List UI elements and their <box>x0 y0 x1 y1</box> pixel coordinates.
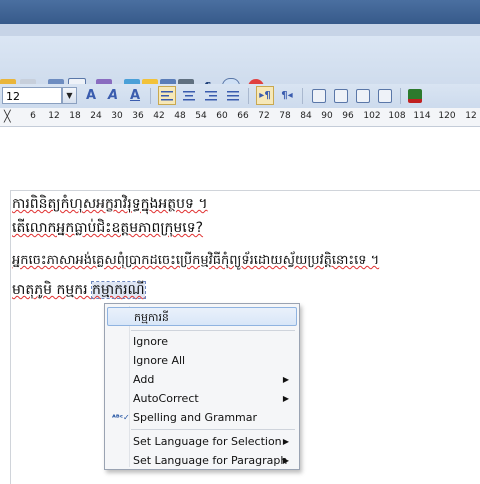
title-bar <box>0 0 480 24</box>
ruler-tick: 78 <box>279 111 291 121</box>
ruler-tick: 12 <box>48 111 60 121</box>
submenu-arrow-icon: ▶ <box>282 456 289 465</box>
misspelled-text[interactable]: អ្នកចេះភាសាអង់គ្លេសពុំប្រាកដចេះប្រើកម្មវ… <box>12 253 379 268</box>
ruler-tick: 18 <box>69 111 81 121</box>
menu-item-language-paragraph[interactable]: Set Language for Paragraph ▶ <box>107 451 297 470</box>
text-line[interactable]: តើលោកអ្នកធ្លាប់ជិះឧត្តមភាពក្រុមទេ? <box>12 218 203 239</box>
menu-item-label: Ignore All <box>133 354 186 367</box>
menu-item-ignore-all[interactable]: Ignore All <box>107 351 297 370</box>
ruler-tick: 60 <box>216 111 228 121</box>
standard-toolbar: ¶ <box>0 36 480 96</box>
horizontal-ruler[interactable]: ╳ 6 12 18 24 30 36 42 48 54 60 66 72 78 … <box>0 108 480 127</box>
menu-item-label: Set Language for Paragraph <box>133 454 288 467</box>
ruler-tick: 6 <box>30 111 36 121</box>
underline-icon[interactable]: A <box>126 86 144 105</box>
decrease-indent-icon[interactable] <box>354 86 372 105</box>
menu-item-suggestion[interactable]: កម្មការនី <box>107 307 297 326</box>
menu-item-ignore[interactable]: Ignore <box>107 332 297 351</box>
font-size-dropdown-icon[interactable]: ▼ <box>62 87 77 104</box>
menu-item-label: Set Language for Selection <box>133 435 282 448</box>
ruler-tick: 120 <box>438 111 456 121</box>
ruler-tick: 42 <box>153 111 165 121</box>
ruler-tick: 72 <box>258 111 270 121</box>
toolbar-separator <box>302 88 303 104</box>
menu-bar <box>0 24 480 36</box>
ruler-tick: 12 <box>465 111 477 121</box>
menu-item-language-selection[interactable]: Set Language for Selection ▶ <box>107 432 297 451</box>
rtl-icon[interactable]: ¶◂ <box>278 86 296 105</box>
bold-icon[interactable]: A <box>82 86 100 105</box>
submenu-arrow-icon: ▶ <box>282 437 289 446</box>
page-border <box>10 190 480 191</box>
misspelled-text[interactable]: តើលោកអ្នកធ្លាប់ជិះឧត្តមភាពក្រុមទេ? <box>12 220 203 236</box>
font-color-icon[interactable] <box>406 86 424 105</box>
align-left-icon[interactable] <box>158 86 176 105</box>
menu-item-spelling-and-grammar[interactable]: ᴬᴮᶜ✓ Spelling and Grammar <box>107 408 297 427</box>
ruler-tab-icon[interactable]: ╳ <box>4 110 11 123</box>
menu-item-label: Add <box>133 373 155 386</box>
misspelled-text[interactable]: ការពិនិត្យកំហុសអក្ខរាវិរុទ្ធក្នុងអត្ថបទ … <box>12 196 208 212</box>
ruler-tick: 24 <box>90 111 102 121</box>
ruler-tick: 90 <box>321 111 333 121</box>
submenu-arrow-icon: ▶ <box>282 375 289 384</box>
italic-icon[interactable]: A <box>104 86 122 105</box>
ruler-tick: 102 <box>363 111 381 121</box>
ruler-tick: 84 <box>300 111 312 121</box>
ruler-tick: 96 <box>342 111 354 121</box>
selected-word[interactable]: កម្មាករណី <box>91 281 146 299</box>
increase-indent-icon[interactable] <box>376 86 394 105</box>
menu-item-add[interactable]: Add ▶ <box>107 370 297 389</box>
toolbar-separator <box>400 88 401 104</box>
ruler-tick: 36 <box>132 111 144 121</box>
ltr-icon[interactable]: ▸¶ <box>256 86 274 105</box>
font-size-select[interactable]: 12 <box>2 87 62 104</box>
ruler-tick: 114 <box>413 111 431 121</box>
menu-item-label: Ignore <box>133 335 168 348</box>
text-line[interactable]: ការពិនិត្យកំហុសអក្ខរាវិរុទ្ធក្នុងអត្ថបទ … <box>12 194 208 215</box>
ruler-tick: 54 <box>195 111 207 121</box>
ruler-tick: 30 <box>111 111 123 121</box>
align-right-icon[interactable] <box>202 86 220 105</box>
spellcheck-icon: ᴬᴮᶜ✓ <box>112 413 130 422</box>
text-line[interactable]: អ្នកចេះភាសាអង់គ្លេសពុំប្រាកដចេះប្រើកម្មវ… <box>12 252 379 271</box>
text-line[interactable]: មាតុភូមិ កម្មករ កម្មាករណី <box>12 280 146 301</box>
justify-icon[interactable] <box>224 86 242 105</box>
menu-item-autocorrect[interactable]: AutoCorrect ▶ <box>107 389 297 408</box>
page-border <box>10 190 11 484</box>
submenu-arrow-icon: ▶ <box>282 394 289 403</box>
menu-separator <box>131 330 295 331</box>
toolbar-separator <box>248 88 249 104</box>
ruler-tick: 48 <box>174 111 186 121</box>
spelling-context-menu: កម្មការនី Ignore Ignore All Add ▶ AutoCor… <box>104 303 300 470</box>
toolbar-separator <box>150 88 151 104</box>
bullets-icon[interactable] <box>332 86 350 105</box>
align-center-icon[interactable] <box>180 86 198 105</box>
suggestion-label: កម្មការនី <box>134 311 169 324</box>
menu-separator <box>131 429 295 430</box>
menu-item-label: AutoCorrect <box>133 392 199 405</box>
ruler-tick: 66 <box>237 111 249 121</box>
numbering-icon[interactable] <box>310 86 328 105</box>
menu-item-label: Spelling and Grammar <box>133 411 258 424</box>
ruler-tick: 108 <box>388 111 406 121</box>
misspelled-text[interactable]: មាតុភូមិ កម្មករ <box>12 282 92 298</box>
